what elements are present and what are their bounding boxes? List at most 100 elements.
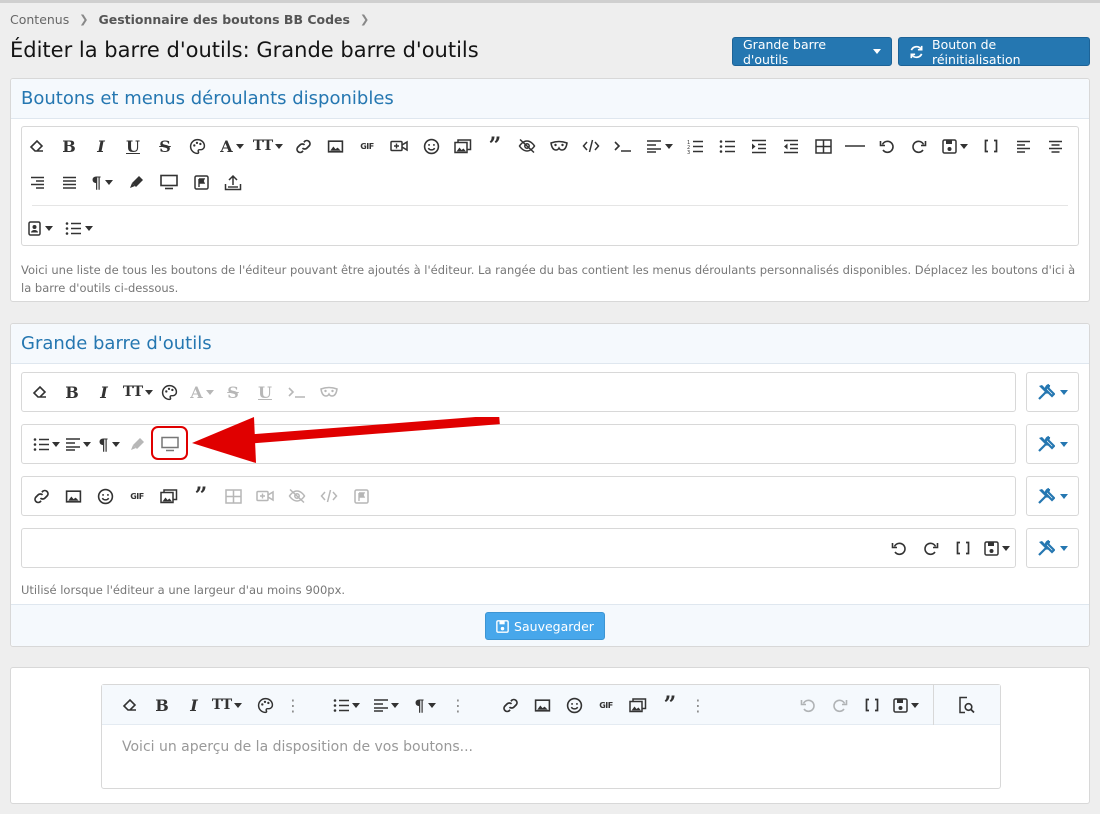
- toolbar-select-button[interactable]: Grande barre d'outils: [732, 37, 892, 67]
- underline-icon[interactable]: U: [252, 379, 278, 405]
- gif-icon[interactable]: GIF: [354, 133, 380, 159]
- brackets-icon[interactable]: [859, 692, 885, 718]
- more-vertical-icon[interactable]: ⋮: [280, 692, 306, 718]
- eraser-icon[interactable]: [27, 379, 53, 405]
- font-size-dropdown-icon[interactable]: TT: [209, 692, 245, 718]
- code-icon[interactable]: [578, 133, 604, 159]
- outdent-icon[interactable]: [778, 133, 804, 159]
- undo-icon[interactable]: [795, 692, 821, 718]
- breadcrumb-item-contents[interactable]: Contenus: [10, 12, 69, 27]
- spoiler-mask-icon[interactable]: [546, 133, 572, 159]
- custom-contact-dropdown-icon[interactable]: [24, 215, 56, 241]
- upload-icon[interactable]: [220, 169, 246, 195]
- brackets-icon[interactable]: [978, 133, 1004, 159]
- bold-icon[interactable]: B: [59, 379, 85, 405]
- eraser-icon[interactable]: [117, 692, 143, 718]
- table-icon[interactable]: [220, 483, 246, 509]
- italic-icon[interactable]: I: [88, 133, 114, 159]
- font-size-dropdown-icon[interactable]: TT: [120, 379, 156, 405]
- gallery-icon[interactable]: [156, 483, 182, 509]
- row-2-tools-button[interactable]: [1026, 424, 1079, 464]
- paragraph-dropdown-icon[interactable]: ¶: [410, 692, 440, 718]
- font-size-dropdown-icon[interactable]: TT: [250, 133, 286, 159]
- bullet-list-icon[interactable]: [714, 133, 740, 159]
- redo-icon[interactable]: [906, 133, 932, 159]
- row-3-tools-button[interactable]: [1026, 476, 1079, 516]
- indent-icon[interactable]: [746, 133, 772, 159]
- inline-code-icon[interactable]: [610, 133, 636, 159]
- drafts-dropdown-icon[interactable]: [980, 535, 1014, 561]
- align-dropdown-icon[interactable]: [62, 431, 94, 457]
- eraser-icon[interactable]: [24, 133, 50, 159]
- gif-icon[interactable]: GIF: [124, 483, 150, 509]
- breadcrumb-item-bbcode-manager[interactable]: Gestionnaire des boutons BB Codes: [98, 12, 349, 27]
- quote-icon[interactable]: ”: [188, 483, 214, 509]
- bold-icon[interactable]: B: [149, 692, 175, 718]
- video-icon[interactable]: [386, 133, 412, 159]
- italic-icon[interactable]: I: [181, 692, 207, 718]
- spoiler-mask-icon[interactable]: [316, 379, 342, 405]
- drafts-dropdown-icon[interactable]: [938, 133, 972, 159]
- video-icon[interactable]: [252, 483, 278, 509]
- align-justify-icon[interactable]: [56, 169, 82, 195]
- toolbar-row-1[interactable]: B I TT A S U: [21, 372, 1016, 412]
- row-4-tools-button[interactable]: [1026, 528, 1079, 568]
- more-vertical-icon[interactable]: ⋮: [445, 692, 471, 718]
- strikethrough-icon[interactable]: S: [220, 379, 246, 405]
- undo-icon[interactable]: [886, 535, 912, 561]
- drafts-dropdown-icon[interactable]: [889, 692, 923, 718]
- quote-icon[interactable]: ”: [482, 133, 508, 159]
- save-button[interactable]: Sauvegarder: [485, 612, 605, 640]
- highlighter-icon[interactable]: [125, 431, 151, 457]
- align-dropdown-icon[interactable]: [370, 692, 402, 718]
- bullet-list-dropdown-icon[interactable]: [30, 431, 62, 457]
- palette-icon[interactable]: [184, 133, 210, 159]
- palette-icon[interactable]: [156, 379, 182, 405]
- paragraph-dropdown-icon[interactable]: ¶: [94, 431, 124, 457]
- code-icon[interactable]: [316, 483, 342, 509]
- palette-icon[interactable]: [252, 692, 278, 718]
- eye-slash-icon[interactable]: [284, 483, 310, 509]
- horizontal-rule-icon[interactable]: [842, 133, 868, 159]
- image-icon[interactable]: [60, 483, 86, 509]
- link-icon[interactable]: [290, 133, 316, 159]
- undo-icon[interactable]: [874, 133, 900, 159]
- smiley-icon[interactable]: [92, 483, 118, 509]
- redo-icon[interactable]: [827, 692, 853, 718]
- brackets-icon[interactable]: [950, 535, 976, 561]
- custom-list-dropdown-icon[interactable]: [62, 215, 96, 241]
- flag-icon[interactable]: [188, 169, 214, 195]
- table-icon[interactable]: [810, 133, 836, 159]
- bullet-list-dropdown-icon[interactable]: [330, 692, 362, 718]
- image-icon[interactable]: [529, 692, 555, 718]
- eye-slash-icon[interactable]: [514, 133, 540, 159]
- align-dropdown-icon[interactable]: [642, 133, 676, 159]
- reset-button[interactable]: Bouton de réinitialisation: [898, 37, 1090, 67]
- smiley-icon[interactable]: [561, 692, 587, 718]
- align-left-icon[interactable]: [1010, 133, 1036, 159]
- bold-icon[interactable]: B: [56, 133, 82, 159]
- row-1-tools-button[interactable]: [1026, 372, 1079, 412]
- font-family-dropdown-icon[interactable]: A: [186, 379, 218, 405]
- quote-icon[interactable]: ”: [657, 692, 683, 718]
- flag-icon[interactable]: [348, 483, 374, 509]
- font-family-dropdown-icon[interactable]: A: [216, 133, 248, 159]
- toolbar-row-3[interactable]: GIF ”: [21, 476, 1016, 516]
- highlighter-icon[interactable]: [124, 169, 150, 195]
- toolbar-row-4[interactable]: [21, 528, 1016, 568]
- gallery-icon[interactable]: [625, 692, 651, 718]
- preview-search-icon[interactable]: [953, 692, 979, 718]
- italic-icon[interactable]: I: [91, 379, 117, 405]
- more-vertical-icon[interactable]: ⋮: [685, 692, 711, 718]
- ordered-list-icon[interactable]: 123: [682, 133, 708, 159]
- align-center-icon[interactable]: [1042, 133, 1068, 159]
- redo-icon[interactable]: [918, 535, 944, 561]
- toolbar-row-2[interactable]: ¶: [21, 417, 1016, 464]
- desktop-icon[interactable]: [156, 169, 182, 195]
- gallery-icon[interactable]: [450, 133, 476, 159]
- underline-icon[interactable]: U: [120, 133, 146, 159]
- link-icon[interactable]: [497, 692, 523, 718]
- inline-code-icon[interactable]: [284, 379, 310, 405]
- strikethrough-icon[interactable]: S: [152, 133, 178, 159]
- smiley-icon[interactable]: [418, 133, 444, 159]
